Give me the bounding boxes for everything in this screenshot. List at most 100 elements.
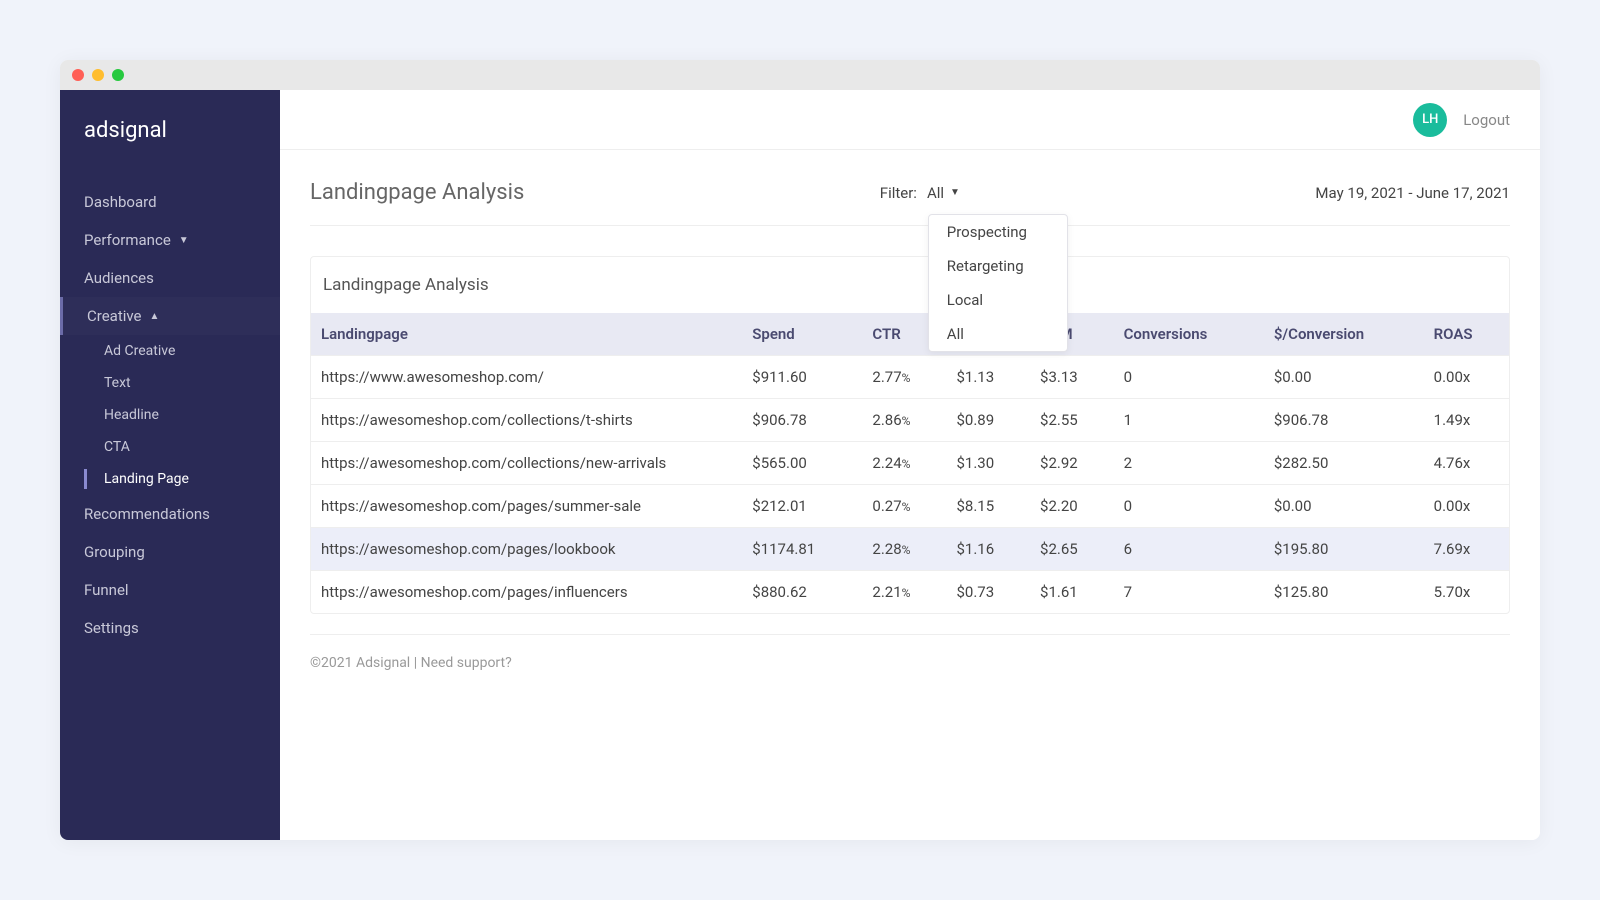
cell-cpc: $1.30: [946, 442, 1030, 485]
card-title: Landingpage Analysis: [311, 257, 1509, 313]
table-row[interactable]: https://www.awesomeshop.com/$911.602.77%…: [311, 356, 1509, 399]
filter-option-prospecting[interactable]: Prospecting: [929, 215, 1067, 249]
cell-ctr: 2.28%: [862, 528, 946, 571]
cell-roas: 1.49x: [1424, 399, 1509, 442]
sidebar-item-recommendations[interactable]: Recommendations: [60, 495, 280, 533]
table-row[interactable]: https://awesomeshop.com/collections/new-…: [311, 442, 1509, 485]
sidebar-item-creative[interactable]: Creative ▲: [60, 297, 280, 335]
cell-per-conversion: $0.00: [1264, 485, 1424, 528]
col-spend[interactable]: Spend: [742, 313, 862, 356]
caret-up-icon: ▲: [150, 311, 160, 322]
footer: ©2021 Adsignal | Need support?: [310, 634, 1510, 671]
cell-cpc: $1.13: [946, 356, 1030, 399]
cell-landingpage: https://awesomeshop.com/pages/influencer…: [311, 571, 742, 614]
col-landingpage[interactable]: Landingpage: [311, 313, 742, 356]
table-row[interactable]: https://awesomeshop.com/pages/summer-sal…: [311, 485, 1509, 528]
window-titlebar: [60, 60, 1540, 90]
cell-roas: 0.00x: [1424, 356, 1509, 399]
cell-conversions: 7: [1114, 571, 1264, 614]
cell-landingpage: https://awesomeshop.com/collections/t-sh…: [311, 399, 742, 442]
cell-cpm: $2.55: [1030, 399, 1114, 442]
sidebar-item-label: Performance: [84, 231, 171, 249]
col-per-conversion[interactable]: $/Conversion: [1264, 313, 1424, 356]
cell-per-conversion: $906.78: [1264, 399, 1424, 442]
sidebar-sub-label: Headline: [104, 407, 159, 423]
cell-cpc: $8.15: [946, 485, 1030, 528]
cell-conversions: 2: [1114, 442, 1264, 485]
cell-roas: 7.69x: [1424, 528, 1509, 571]
cell-landingpage: https://awesomeshop.com/collections/new-…: [311, 442, 742, 485]
table-row[interactable]: https://awesomeshop.com/pages/lookbook$1…: [311, 528, 1509, 571]
topbar: LH Logout: [280, 90, 1540, 150]
sidebar-sub-label: CTA: [104, 439, 130, 455]
cell-ctr: 0.27%: [862, 485, 946, 528]
sidebar-item-funnel[interactable]: Funnel: [60, 571, 280, 609]
filter-control: Filter: All ▼ Prospecting Retargeting Lo…: [880, 184, 960, 202]
sidebar-item-audiences[interactable]: Audiences: [60, 259, 280, 297]
sidebar-sub-headline[interactable]: Headline: [60, 399, 280, 431]
sidebar-item-label: Recommendations: [84, 505, 210, 523]
logout-link[interactable]: Logout: [1463, 111, 1510, 129]
filter-dropdown: Prospecting Retargeting Local All: [928, 214, 1068, 352]
cell-roas: 4.76x: [1424, 442, 1509, 485]
cell-ctr: 2.21%: [862, 571, 946, 614]
table-row[interactable]: https://awesomeshop.com/pages/influencer…: [311, 571, 1509, 614]
content: Landingpage Analysis Filter: All ▼ Prosp…: [280, 150, 1540, 840]
col-conversions[interactable]: Conversions: [1114, 313, 1264, 356]
cell-ctr: 2.86%: [862, 399, 946, 442]
cell-cpc: $0.89: [946, 399, 1030, 442]
avatar[interactable]: LH: [1413, 103, 1447, 137]
sidebar-sub-landing-page[interactable]: Landing Page: [60, 463, 280, 495]
sidebar-sub-cta[interactable]: CTA: [60, 431, 280, 463]
sidebar-sub-text[interactable]: Text: [60, 367, 280, 399]
cell-spend: $911.60: [742, 356, 862, 399]
filter-option-all[interactable]: All: [929, 317, 1067, 351]
cell-spend: $906.78: [742, 399, 862, 442]
cell-cpm: $1.61: [1030, 571, 1114, 614]
sidebar-item-label: Creative: [87, 307, 142, 325]
cell-spend: $1174.81: [742, 528, 862, 571]
cell-ctr: 2.77%: [862, 356, 946, 399]
caret-down-icon: ▼: [179, 235, 189, 246]
cell-ctr: 2.24%: [862, 442, 946, 485]
sidebar-sub-ad-creative[interactable]: Ad Creative: [60, 335, 280, 367]
table-header-row: Landingpage Spend CTR CPC CPM Conversion…: [311, 313, 1509, 356]
date-range[interactable]: May 19, 2021 - June 17, 2021: [1315, 184, 1510, 202]
close-window-icon[interactable]: [72, 69, 84, 81]
cell-cpc: $0.73: [946, 571, 1030, 614]
cell-per-conversion: $282.50: [1264, 442, 1424, 485]
filter-value: All: [927, 184, 944, 202]
cell-landingpage: https://awesomeshop.com/pages/summer-sal…: [311, 485, 742, 528]
cell-spend: $880.62: [742, 571, 862, 614]
sidebar-sub-label: Ad Creative: [104, 343, 175, 359]
sidebar-item-settings[interactable]: Settings: [60, 609, 280, 647]
page-title: Landingpage Analysis: [310, 180, 524, 205]
app-body: adsignal Dashboard Performance ▼ Audienc…: [60, 90, 1540, 840]
cell-roas: 5.70x: [1424, 571, 1509, 614]
sidebar-item-label: Audiences: [84, 269, 154, 287]
maximize-window-icon[interactable]: [112, 69, 124, 81]
sidebar-item-dashboard[interactable]: Dashboard: [60, 183, 280, 221]
main: LH Logout Landingpage Analysis Filter: A…: [280, 90, 1540, 840]
filter-label: Filter:: [880, 184, 917, 202]
col-roas[interactable]: ROAS: [1424, 313, 1509, 356]
cell-landingpage: https://www.awesomeshop.com/: [311, 356, 742, 399]
sidebar: adsignal Dashboard Performance ▼ Audienc…: [60, 90, 280, 840]
cell-cpm: $2.92: [1030, 442, 1114, 485]
app-window: adsignal Dashboard Performance ▼ Audienc…: [60, 60, 1540, 840]
filter-select[interactable]: All ▼: [927, 184, 960, 202]
cell-landingpage: https://awesomeshop.com/pages/lookbook: [311, 528, 742, 571]
cell-cpm: $2.20: [1030, 485, 1114, 528]
sidebar-item-performance[interactable]: Performance ▼: [60, 221, 280, 259]
cell-spend: $212.01: [742, 485, 862, 528]
page-header: Landingpage Analysis Filter: All ▼ Prosp…: [310, 180, 1510, 226]
filter-option-local[interactable]: Local: [929, 283, 1067, 317]
table-row[interactable]: https://awesomeshop.com/collections/t-sh…: [311, 399, 1509, 442]
sidebar-item-label: Grouping: [84, 543, 145, 561]
filter-option-retargeting[interactable]: Retargeting: [929, 249, 1067, 283]
cell-spend: $565.00: [742, 442, 862, 485]
cell-cpm: $2.65: [1030, 528, 1114, 571]
brand-logo: adsignal: [60, 110, 280, 183]
minimize-window-icon[interactable]: [92, 69, 104, 81]
sidebar-item-grouping[interactable]: Grouping: [60, 533, 280, 571]
